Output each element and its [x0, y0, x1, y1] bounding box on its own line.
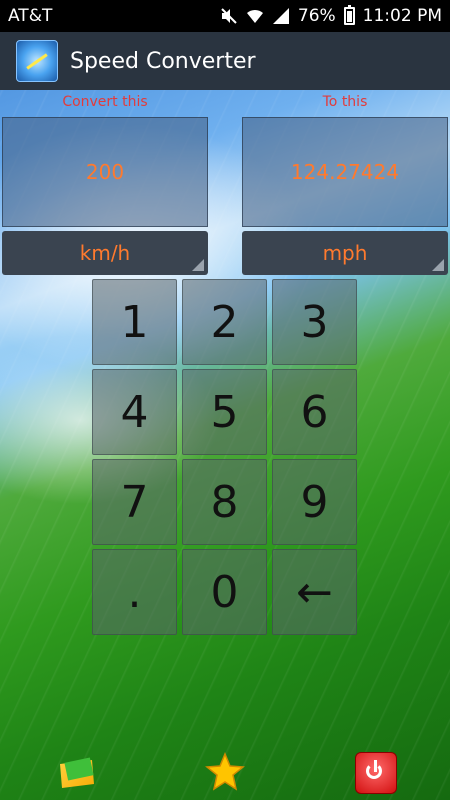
- dropdown-indicator-icon: [432, 259, 444, 271]
- action-bar: Speed Converter: [0, 32, 450, 90]
- to-value-field: 124.27424: [242, 117, 448, 227]
- wifi-icon: [246, 9, 263, 23]
- battery-icon: [343, 5, 355, 25]
- to-label: To this: [322, 94, 368, 110]
- status-bar: AT&T 76% 11:02 PM: [0, 0, 450, 32]
- app-title: Speed Converter: [70, 48, 256, 74]
- key-5[interactable]: 5: [182, 369, 267, 455]
- numeric-keypad: 1 2 3 4 5 6 7 8 9 . 0 ←: [92, 279, 359, 635]
- key-4[interactable]: 4: [92, 369, 177, 455]
- to-unit-dropdown[interactable]: mph: [242, 231, 448, 275]
- key-1[interactable]: 1: [92, 279, 177, 365]
- power-exit-icon[interactable]: [355, 752, 397, 794]
- to-value-text: 124.27424: [290, 160, 400, 184]
- signal-icon: [272, 8, 289, 24]
- key-3[interactable]: 3: [272, 279, 357, 365]
- dropdown-indicator-icon: [192, 259, 204, 271]
- to-unit-label: mph: [322, 241, 368, 265]
- from-value-text: 200: [85, 160, 125, 184]
- favorite-star-icon[interactable]: [205, 752, 245, 792]
- key-decimal[interactable]: .: [92, 549, 177, 635]
- mute-icon: [221, 8, 237, 24]
- key-8[interactable]: 8: [182, 459, 267, 545]
- key-0[interactable]: 0: [182, 549, 267, 635]
- key-2[interactable]: 2: [182, 279, 267, 365]
- from-unit-dropdown[interactable]: km/h: [2, 231, 208, 275]
- from-label: Convert this: [62, 94, 148, 110]
- key-9[interactable]: 9: [272, 459, 357, 545]
- clock-time: 11:02 PM: [362, 6, 442, 26]
- app-logo-icon[interactable]: [16, 40, 58, 82]
- carrier-name: AT&T: [8, 6, 53, 26]
- key-backspace[interactable]: ←: [272, 549, 357, 635]
- battery-percent: 76%: [297, 6, 336, 26]
- from-value-field[interactable]: 200: [2, 117, 208, 227]
- key-7[interactable]: 7: [92, 459, 177, 545]
- from-unit-label: km/h: [79, 241, 131, 265]
- key-6[interactable]: 6: [272, 369, 357, 455]
